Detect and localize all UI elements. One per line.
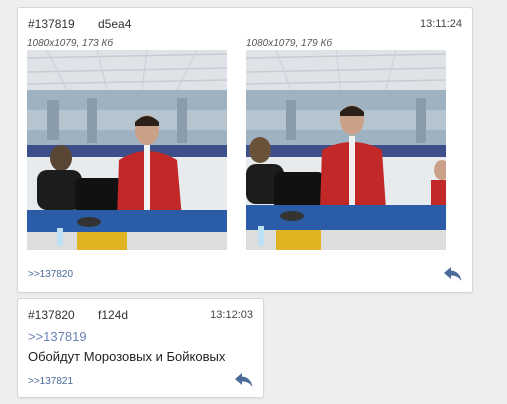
reply-backlink[interactable]: >>137820 [28,269,73,280]
reply-arrow-icon[interactable] [234,372,254,388]
poster-id: f124d [98,308,129,322]
post-137820: #137820 f124d 13:12:03 >>137819 Обойдут … [17,298,264,398]
post-number[interactable]: #137820 [28,308,75,322]
poster-id: d5ea4 [98,17,132,31]
post-time: 13:11:24 [419,18,462,30]
image-thumbnail[interactable] [246,50,446,250]
image-thumbnail[interactable] [27,50,227,250]
quote-link[interactable]: >>137819 [28,329,87,344]
post-message: Обойдут Морозовых и Бойковых [28,349,226,364]
file-info: 1080x1079, 179 Кб [246,38,333,49]
post-time: 13:12:03 [210,309,253,321]
post-137819: #137819 d5ea4 13:11:24 1080x1079, 173 Кб… [17,7,473,293]
reply-backlink[interactable]: >>137821 [28,376,73,387]
file-info: 1080x1079, 173 Кб [27,38,114,49]
reply-arrow-icon[interactable] [443,266,463,282]
post-number[interactable]: #137819 [28,17,75,31]
